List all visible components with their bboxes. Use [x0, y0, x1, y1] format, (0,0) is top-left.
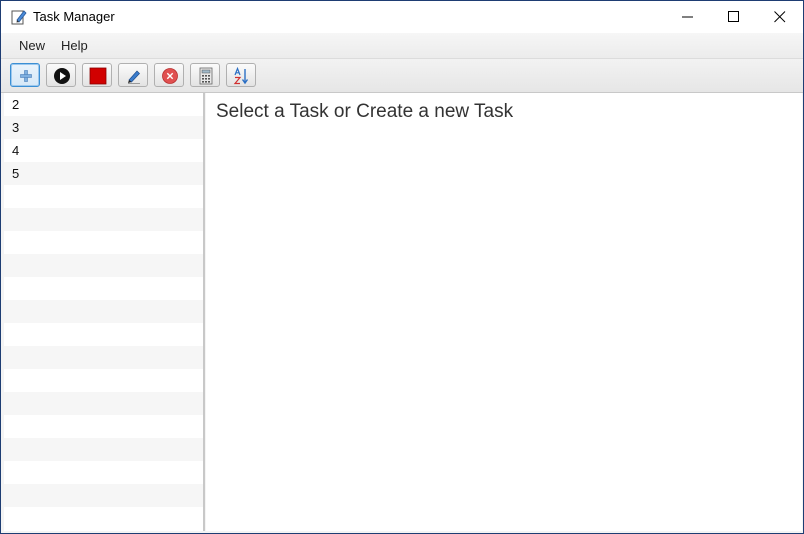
empty-list-row: [4, 254, 203, 277]
maximize-icon: [728, 11, 739, 22]
empty-list-row: [4, 438, 203, 461]
empty-list-row: [4, 208, 203, 231]
empty-list-row: [4, 323, 203, 346]
start-task-button[interactable]: [46, 63, 76, 87]
delete-icon: [162, 68, 178, 84]
empty-list-row: [4, 484, 203, 507]
stop-task-button[interactable]: [82, 63, 112, 87]
sort-button[interactable]: [226, 63, 256, 87]
window-title: Task Manager: [33, 9, 115, 24]
minimize-button[interactable]: [665, 1, 711, 33]
play-icon: [54, 68, 70, 84]
list-item[interactable]: 2: [4, 93, 203, 116]
edit-pencil-icon: [128, 70, 140, 84]
list-item[interactable]: 3: [4, 116, 203, 139]
empty-list-row: [4, 507, 203, 530]
title-bar[interactable]: Task Manager: [1, 1, 803, 33]
close-icon: [774, 11, 786, 23]
empty-list-row: [4, 231, 203, 254]
empty-list-row: [4, 415, 203, 438]
delete-task-button[interactable]: [154, 63, 184, 87]
edit-task-button[interactable]: [118, 63, 148, 87]
add-task-button[interactable]: [10, 63, 40, 87]
empty-list-row: [4, 185, 203, 208]
empty-list-row: [4, 346, 203, 369]
maximize-button[interactable]: [711, 1, 757, 33]
minimize-icon: [682, 16, 693, 18]
empty-list-row: [4, 369, 203, 392]
list-item[interactable]: 5: [4, 162, 203, 185]
pencil-icon: [10, 8, 28, 26]
sort-az-icon: [233, 67, 249, 85]
empty-list-row: [4, 277, 203, 300]
empty-list-row: [4, 300, 203, 323]
empty-list-row: [4, 392, 203, 415]
menu-bar: New Help: [1, 33, 803, 59]
empty-state-prompt: Select a Task or Create a new Task: [216, 101, 514, 122]
task-detail-panel: Select a Task or Create a new Task: [206, 93, 802, 531]
plus-icon: [20, 70, 32, 82]
stop-icon: [89, 67, 107, 85]
task-list[interactable]: 2345: [4, 93, 205, 531]
close-button[interactable]: [757, 1, 803, 33]
task-manager-window: Task Manager New Help 2 3 4 5 Select a T…: [0, 0, 804, 534]
toolbar: [1, 59, 803, 93]
calculator-button[interactable]: [190, 63, 220, 87]
calculator-icon: [199, 67, 213, 85]
menu-help[interactable]: Help: [61, 38, 88, 53]
empty-list-row: [4, 461, 203, 484]
list-item[interactable]: 4: [4, 139, 203, 162]
menu-new[interactable]: New: [19, 38, 45, 53]
